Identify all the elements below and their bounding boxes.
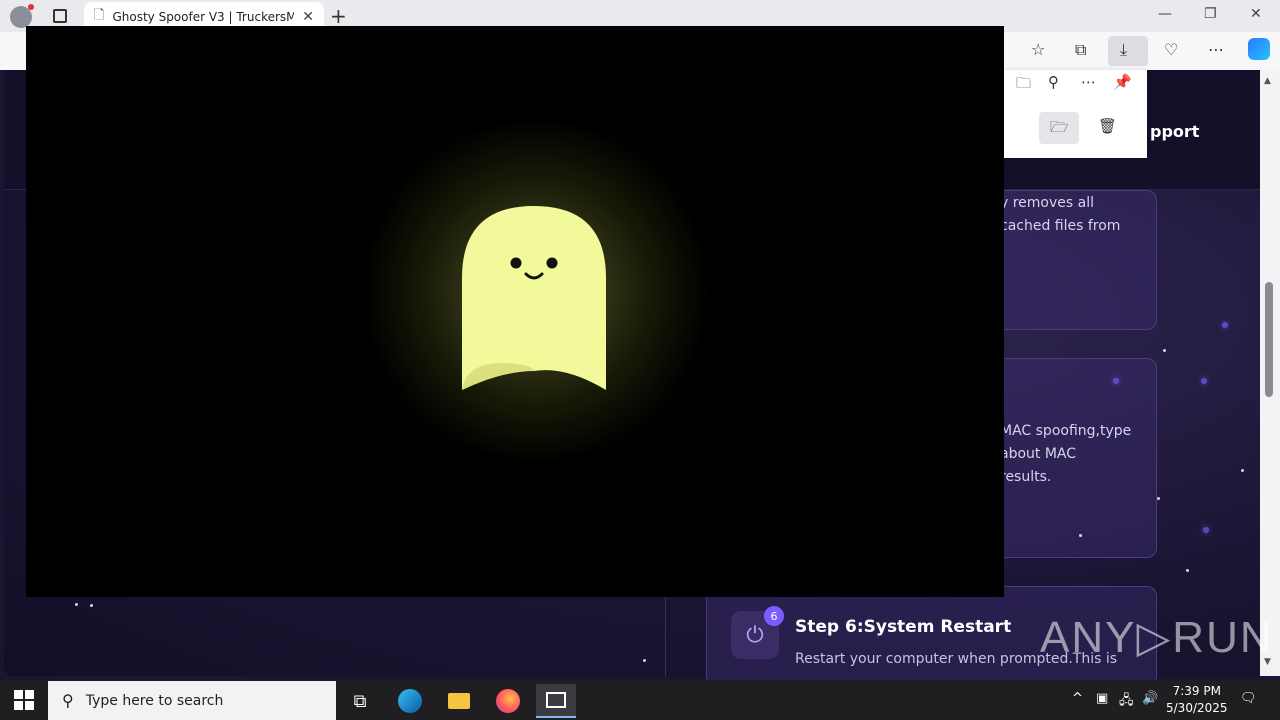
edge-app-icon[interactable]	[390, 684, 430, 718]
star-decoration	[1186, 569, 1189, 572]
step-card-text: y removes all cached files from	[1000, 195, 1121, 234]
file-explorer-icon[interactable]	[439, 684, 479, 718]
step-card-text: MAC spoofing,type about MAC results.	[1000, 423, 1132, 485]
page-icon: 🗋	[94, 8, 105, 23]
browser-essentials-icon[interactable]: ♡	[1164, 40, 1178, 59]
scrollbar-thumb[interactable]	[1265, 282, 1273, 397]
task-view-icon[interactable]: ⧉	[340, 684, 380, 718]
star-decoration	[643, 659, 646, 662]
star-decoration	[1241, 469, 1244, 472]
star-decoration	[1201, 378, 1207, 384]
firefox-app-icon[interactable]	[488, 684, 528, 718]
step6-title: Step 6:System Restart	[795, 617, 1012, 637]
star-decoration	[1113, 378, 1119, 384]
ghost-illustration	[462, 206, 606, 390]
device-icon[interactable]: ▣	[1096, 691, 1108, 706]
more-icon[interactable]: ⋯	[1081, 73, 1096, 91]
collections-icon[interactable]: ⧉	[1075, 40, 1086, 60]
folder-icon[interactable]: 🗀	[1016, 73, 1031, 98]
copilot-icon[interactable]	[1248, 38, 1270, 60]
taskbar-search-box[interactable]: ⚲ Type here to search	[48, 681, 336, 720]
tray-overflow-icon[interactable]: ^	[1072, 691, 1083, 706]
step-badge: 6	[764, 606, 784, 626]
network-icon[interactable]: 🖧	[1119, 691, 1134, 713]
taskbar-clock[interactable]: 7:39 PM 5/30/2025	[1166, 683, 1228, 717]
nav-support-link[interactable]: pport	[1150, 122, 1199, 141]
anyrun-watermark: ANY▷RUN	[1040, 613, 1274, 662]
clock-time: 7:39 PM	[1172, 684, 1221, 698]
ghost-body	[462, 206, 606, 390]
delete-icon[interactable]: 🗑	[1098, 117, 1117, 135]
new-tab-button[interactable]: +	[330, 4, 347, 28]
star-decoration	[90, 604, 93, 607]
star-decoration	[1079, 534, 1082, 537]
notification-dot	[28, 4, 34, 10]
active-app-icon[interactable]	[536, 684, 576, 718]
taskbar-search-placeholder: Type here to search	[85, 692, 224, 709]
ghost-left-eye	[510, 257, 522, 269]
downloads-icon[interactable]: ⤓	[1120, 40, 1127, 60]
downloads-button-highlight	[1108, 36, 1148, 66]
scroll-up-icon[interactable]: ▲	[1264, 76, 1271, 86]
section-divider	[665, 597, 666, 676]
ghost-right-eye	[546, 257, 558, 269]
close-window-button[interactable]: ✕	[1250, 6, 1262, 22]
loading-overlay	[26, 26, 1004, 597]
tab-title: Ghosty Spoofer V3 | TruckersMP	[112, 10, 295, 24]
search-icon: ⚲	[62, 691, 74, 710]
volume-icon[interactable]: 🔊	[1142, 691, 1158, 706]
star-decoration	[1203, 527, 1209, 533]
tab-close-button[interactable]: ✕	[302, 9, 314, 25]
star-decoration	[75, 603, 78, 606]
star-decoration	[1222, 322, 1228, 328]
tab-actions-icon[interactable]	[53, 9, 67, 23]
windows-start-icon[interactable]	[14, 690, 34, 710]
star-decoration	[1163, 349, 1166, 352]
notifications-icon[interactable]: 🗨	[1240, 691, 1257, 706]
more-icon[interactable]: ⋯	[1208, 40, 1224, 59]
star-decoration	[1157, 497, 1160, 500]
clock-date: 5/30/2025	[1166, 701, 1228, 715]
open-folder-icon[interactable]: 🗁	[1050, 117, 1069, 142]
minimize-button[interactable]: —	[1158, 6, 1172, 22]
favorites-icon[interactable]: ☆	[1031, 40, 1045, 59]
search-icon[interactable]: ⚲	[1048, 73, 1059, 91]
restore-button[interactable]: ❐	[1204, 6, 1217, 22]
pin-icon[interactable]: 📌	[1113, 73, 1132, 91]
